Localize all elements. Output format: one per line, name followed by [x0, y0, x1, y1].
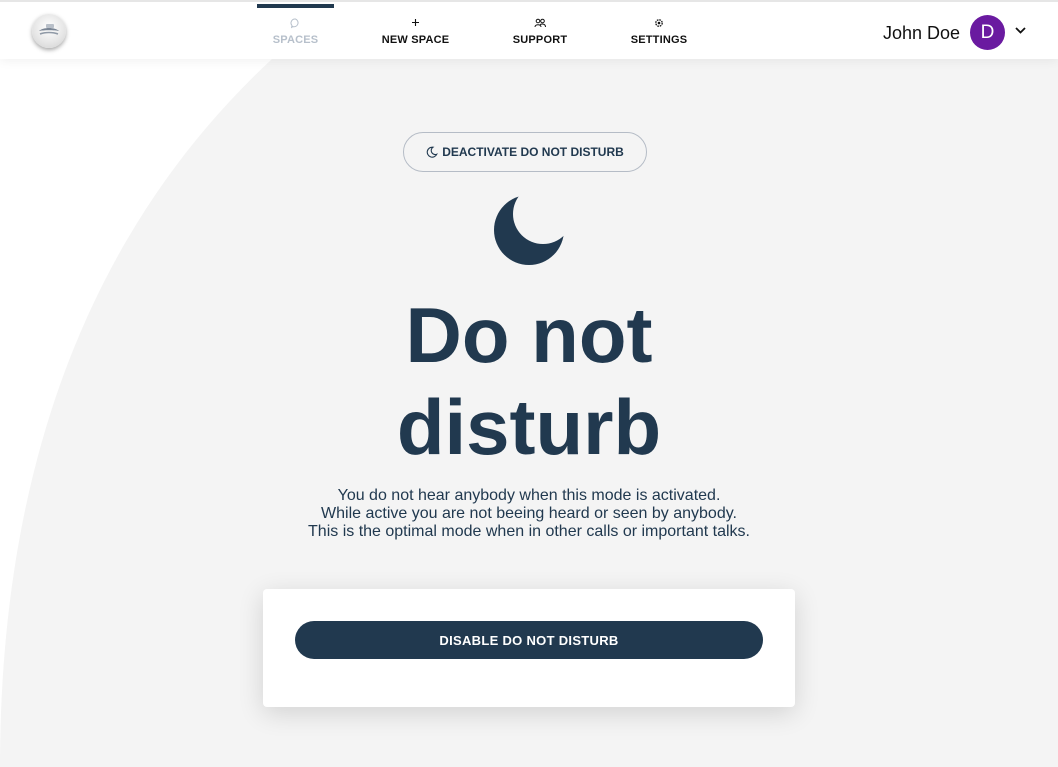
nav-support[interactable]: SUPPORT	[503, 2, 577, 59]
nav-spaces-label: SPACES	[272, 34, 319, 46]
moon-small-icon	[426, 146, 439, 158]
top-navigation-bar: SPACES NEW SPACE SUPPORT SETTINGS John D…	[0, 2, 1058, 59]
deactivate-dnd-pill-button[interactable]: DEACTIVATE DO NOT DISTURB	[403, 132, 647, 172]
plus-icon	[377, 18, 454, 32]
chat-bubble-icon	[257, 18, 334, 32]
nav-support-label: SUPPORT	[512, 34, 568, 46]
user-name[interactable]: John Doe	[883, 23, 960, 44]
logo-mark-icon	[39, 24, 59, 35]
nav-spaces[interactable]: SPACES	[257, 2, 334, 59]
moon-icon	[494, 195, 564, 265]
nav-settings[interactable]: SETTINGS	[624, 2, 694, 59]
chevron-down-icon[interactable]	[1014, 26, 1027, 35]
people-icon	[503, 18, 577, 32]
do-not-disturb-page: DEACTIVATE DO NOT DISTURB Do not disturb…	[0, 59, 1058, 767]
deactivate-dnd-label: DEACTIVATE DO NOT DISTURB	[442, 145, 624, 159]
description-line-3: This is the optimal mode when in other c…	[308, 523, 750, 540]
gear-icon	[624, 18, 694, 32]
description-line-2: While active you are not beeing heard or…	[321, 505, 737, 522]
nav-settings-label: SETTINGS	[630, 34, 688, 46]
action-card: DISABLE DO NOT DISTURB	[263, 589, 795, 707]
disable-dnd-button[interactable]: DISABLE DO NOT DISTURB	[295, 621, 763, 659]
nav-new-space[interactable]: NEW SPACE	[377, 2, 454, 59]
description-line-1: You do not hear anybody when this mode i…	[337, 487, 721, 504]
avatar[interactable]: D	[970, 15, 1005, 50]
top-border	[0, 0, 1058, 2]
page-title-line-2: disturb	[396, 383, 662, 471]
nav-new-space-label: NEW SPACE	[381, 34, 450, 46]
page-title-line-1: Do not	[405, 291, 653, 379]
page-title: Do not disturb	[0, 289, 1058, 473]
description: You do not hear anybody when this mode i…	[0, 487, 1058, 541]
app-logo[interactable]	[32, 14, 66, 48]
